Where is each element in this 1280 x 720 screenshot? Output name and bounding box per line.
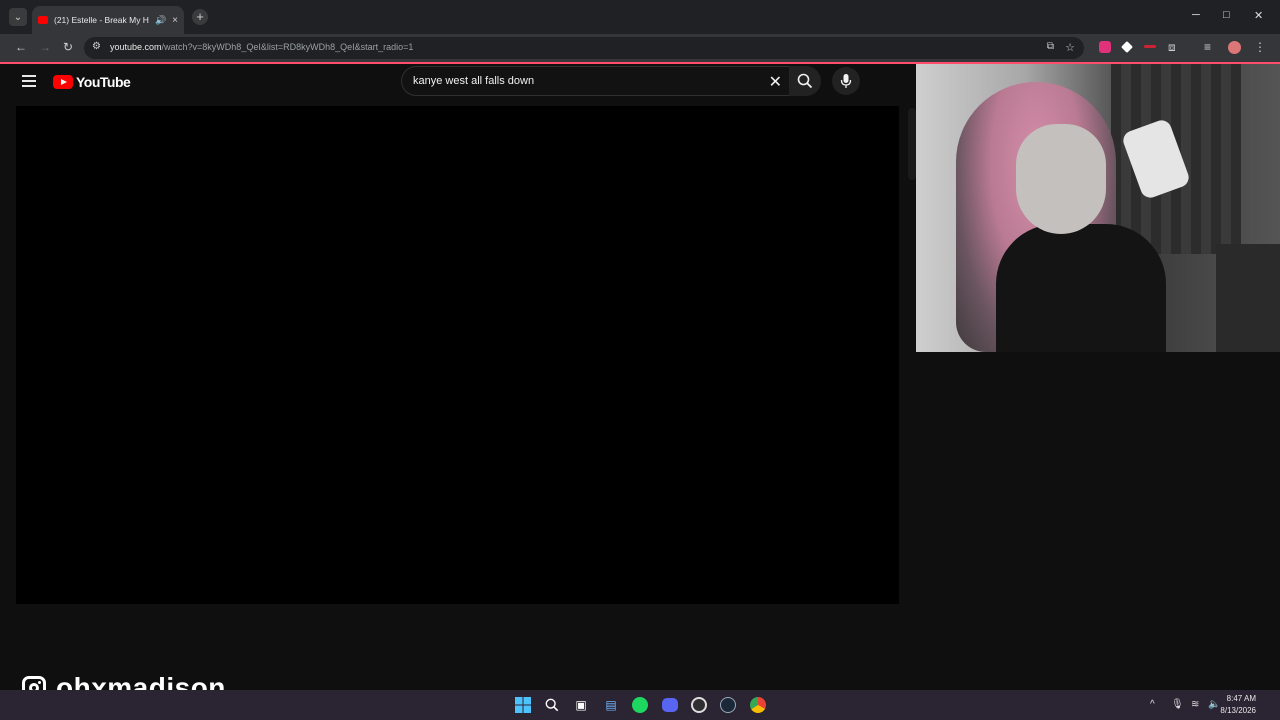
browser-tab[interactable]: (21) Estelle - Break My Hea 🔊 ×: [32, 6, 184, 34]
page-scrollbar[interactable]: [908, 108, 916, 180]
url-text[interactable]: youtube.com/watch?v=8kyWDh8_QeI&list=RD8…: [110, 42, 413, 52]
back-button[interactable]: ←: [15, 40, 27, 54]
youtube-header: YouTube kanye west all falls down ✕: [0, 64, 916, 98]
reload-button[interactable]: ↻: [63, 40, 73, 54]
search-button[interactable]: [789, 66, 821, 96]
tab-title: (21) Estelle - Break My Hea: [54, 15, 149, 25]
forward-button[interactable]: →: [39, 40, 51, 54]
address-bar[interactable]: ⚙ youtube.com/watch?v=8kyWDh8_QeI&list=R…: [84, 37, 1084, 59]
tray-overflow-icon[interactable]: ^: [1150, 699, 1155, 710]
volume-icon[interactable]: 🔈: [1208, 699, 1220, 710]
discord-icon[interactable]: [660, 695, 680, 715]
notepad-icon[interactable]: ▤: [601, 695, 621, 715]
webcam-overlay: [916, 64, 1280, 352]
search-query[interactable]: kanye west all falls down: [413, 75, 534, 87]
youtube-logo[interactable]: YouTube: [53, 74, 131, 90]
search-input[interactable]: kanye west all falls down ✕: [401, 66, 793, 96]
youtube-play-icon: [53, 75, 73, 89]
steam-icon[interactable]: [718, 695, 738, 715]
install-app-icon[interactable]: ⧉: [1047, 41, 1054, 52]
speaker-icon[interactable]: 🔊: [155, 15, 166, 26]
microphone-icon: [840, 74, 852, 88]
voice-search-button[interactable]: [832, 67, 860, 95]
youtube-favicon-icon: [38, 16, 48, 24]
tab-strip: ⌄ (21) Estelle - Break My Hea 🔊 × + ─ □ …: [0, 0, 1280, 34]
extension-red-icon[interactable]: [1144, 45, 1156, 48]
menu-hamburger-icon[interactable]: [22, 75, 36, 87]
media-controls-icon[interactable]: ≡: [1204, 40, 1211, 54]
site-settings-icon[interactable]: ⚙: [92, 41, 101, 52]
browser-toolbar: ← → ↻ ⚙ youtube.com/watch?v=8kyWDh8_QeI&…: [0, 34, 1280, 62]
bookmark-star-icon[interactable]: ☆: [1065, 41, 1075, 54]
extensions-puzzle-icon[interactable]: ⧈: [1168, 40, 1176, 55]
wifi-icon[interactable]: ≋: [1191, 699, 1199, 710]
spotify-icon[interactable]: [630, 695, 650, 715]
microphone-tray-icon[interactable]: 🎙: [1171, 699, 1184, 710]
minimize-button[interactable]: ─: [1192, 9, 1200, 21]
windows-start-icon[interactable]: [513, 695, 533, 715]
taskbar-clock[interactable]: 8:47 AM 8/13/2026: [1220, 693, 1256, 717]
browser-menu-icon[interactable]: ⋮: [1254, 40, 1266, 54]
tab-close-icon[interactable]: ×: [172, 15, 178, 26]
search-icon: [797, 73, 813, 89]
video-player[interactable]: [16, 106, 899, 604]
chrome-icon[interactable]: [748, 695, 768, 715]
close-window-button[interactable]: ✕: [1254, 9, 1263, 22]
extension-diamond-icon[interactable]: [1121, 41, 1133, 53]
tab-search-icon[interactable]: ⌄: [9, 8, 27, 26]
taskbar-search-icon[interactable]: [542, 695, 562, 715]
windows-taskbar: ▣ ▤ ^ 🎙 ≋ 🔈 8:47 AM 8/13/2026: [0, 690, 1280, 720]
profile-avatar-icon[interactable]: [1228, 41, 1241, 54]
extension-pink-icon[interactable]: [1099, 41, 1111, 53]
clear-search-icon[interactable]: ✕: [769, 72, 782, 92]
new-tab-button[interactable]: +: [192, 9, 208, 25]
screen: ⌄ (21) Estelle - Break My Hea 🔊 × + ─ □ …: [0, 0, 1280, 720]
obs-icon[interactable]: [689, 695, 709, 715]
maximize-button[interactable]: □: [1223, 9, 1230, 21]
task-view-icon[interactable]: ▣: [571, 695, 591, 715]
